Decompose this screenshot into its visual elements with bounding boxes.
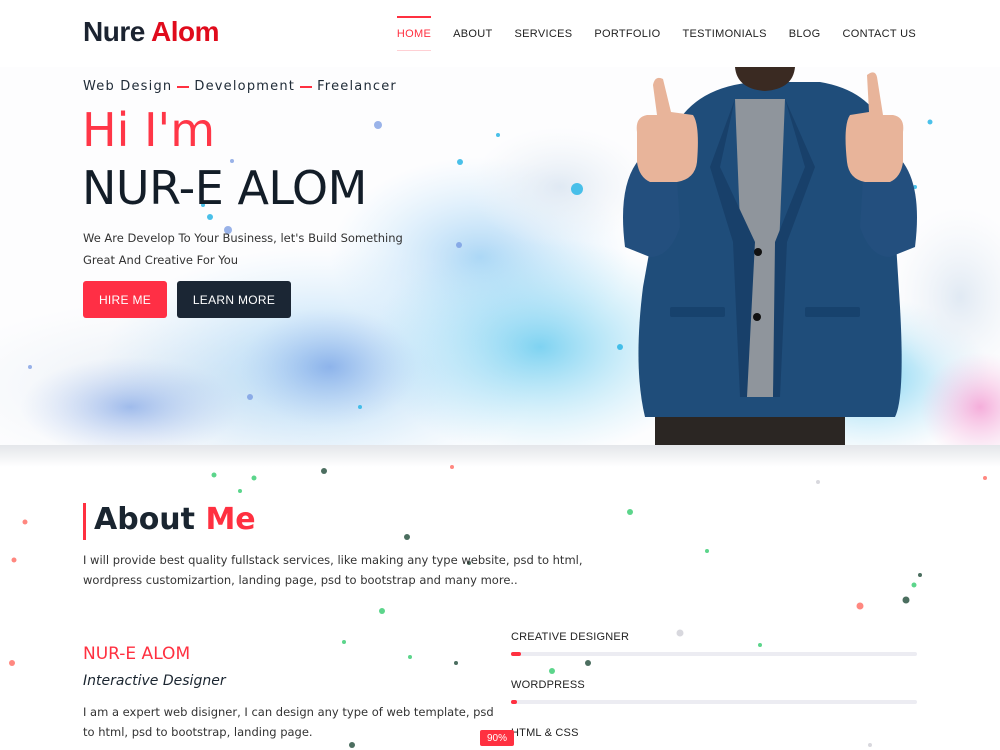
- hero-description: We Are Develop To Your Business, let's B…: [83, 231, 403, 267]
- skill-label: HTML & CSS: [511, 727, 579, 739]
- skill-progress-fill: [511, 700, 517, 704]
- profile-description: I am a expert web disigner, I can design…: [83, 705, 494, 739]
- tagline-freelancer: Freelancer: [317, 79, 397, 94]
- top-navbar: Nure Alom HOME ABOUT SERVICES PORTFOLIO …: [0, 0, 1000, 67]
- skill-progress-track: [511, 652, 917, 656]
- skill-progress-fill: [511, 652, 521, 656]
- about-description: I will provide best quality fullstack se…: [83, 553, 583, 587]
- skill-label: WORDPRESS: [511, 679, 585, 691]
- nav-home[interactable]: HOME: [396, 0, 432, 67]
- skill-progress-track: [511, 700, 917, 704]
- nav-contact[interactable]: CONTACT US: [843, 0, 917, 67]
- tagline-dash: [300, 85, 313, 88]
- nav-testimonials[interactable]: TESTIMONIALS: [682, 0, 766, 67]
- skill-wordpress: WORDPRESS: [511, 679, 917, 704]
- learn-more-button[interactable]: LEARN MORE: [177, 281, 291, 318]
- nav-blog[interactable]: BLOG: [789, 0, 821, 67]
- skill-label: CREATIVE DESIGNER: [511, 631, 630, 643]
- nav-services[interactable]: SERVICES: [515, 0, 573, 67]
- hero-tagline: Web Design Development Freelancer: [83, 79, 397, 94]
- brand-logo[interactable]: Nure Alom: [83, 16, 220, 48]
- nav-about[interactable]: ABOUT: [453, 0, 492, 67]
- hero-person-thumbs-up-image: [623, 67, 917, 445]
- profile-role: Interactive Designer: [83, 673, 226, 689]
- nav-portfolio[interactable]: PORTFOLIO: [594, 0, 660, 67]
- brand-logo-part1: Nure: [83, 16, 152, 47]
- hero-name: NUR-E ALOM: [82, 161, 367, 215]
- hire-me-button[interactable]: HIRE ME: [83, 281, 167, 318]
- about-title-part1: About: [94, 502, 206, 537]
- tagline-web-design: Web Design: [83, 79, 173, 94]
- about-title-accent-bar: [83, 503, 86, 540]
- skill-html-css: HTML & CSS: [511, 727, 917, 739]
- skill-creative-designer: CREATIVE DESIGNER: [511, 631, 917, 656]
- tagline-dash: [177, 85, 190, 88]
- brand-logo-part2: Alom: [151, 16, 220, 47]
- hero-section: Web Design Development Freelancer Hi I'm N…: [0, 67, 1000, 445]
- profile-name: NUR-E ALOM: [83, 644, 191, 664]
- skill-percent-badge: 90%: [480, 730, 514, 746]
- hero-greeting: Hi I'm: [82, 103, 216, 157]
- about-section-title: About Me: [94, 502, 256, 537]
- about-title-part2: Me: [205, 502, 256, 537]
- main-nav: HOME ABOUT SERVICES PORTFOLIO TESTIMONIA…: [375, 0, 916, 67]
- tagline-development: Development: [194, 79, 296, 94]
